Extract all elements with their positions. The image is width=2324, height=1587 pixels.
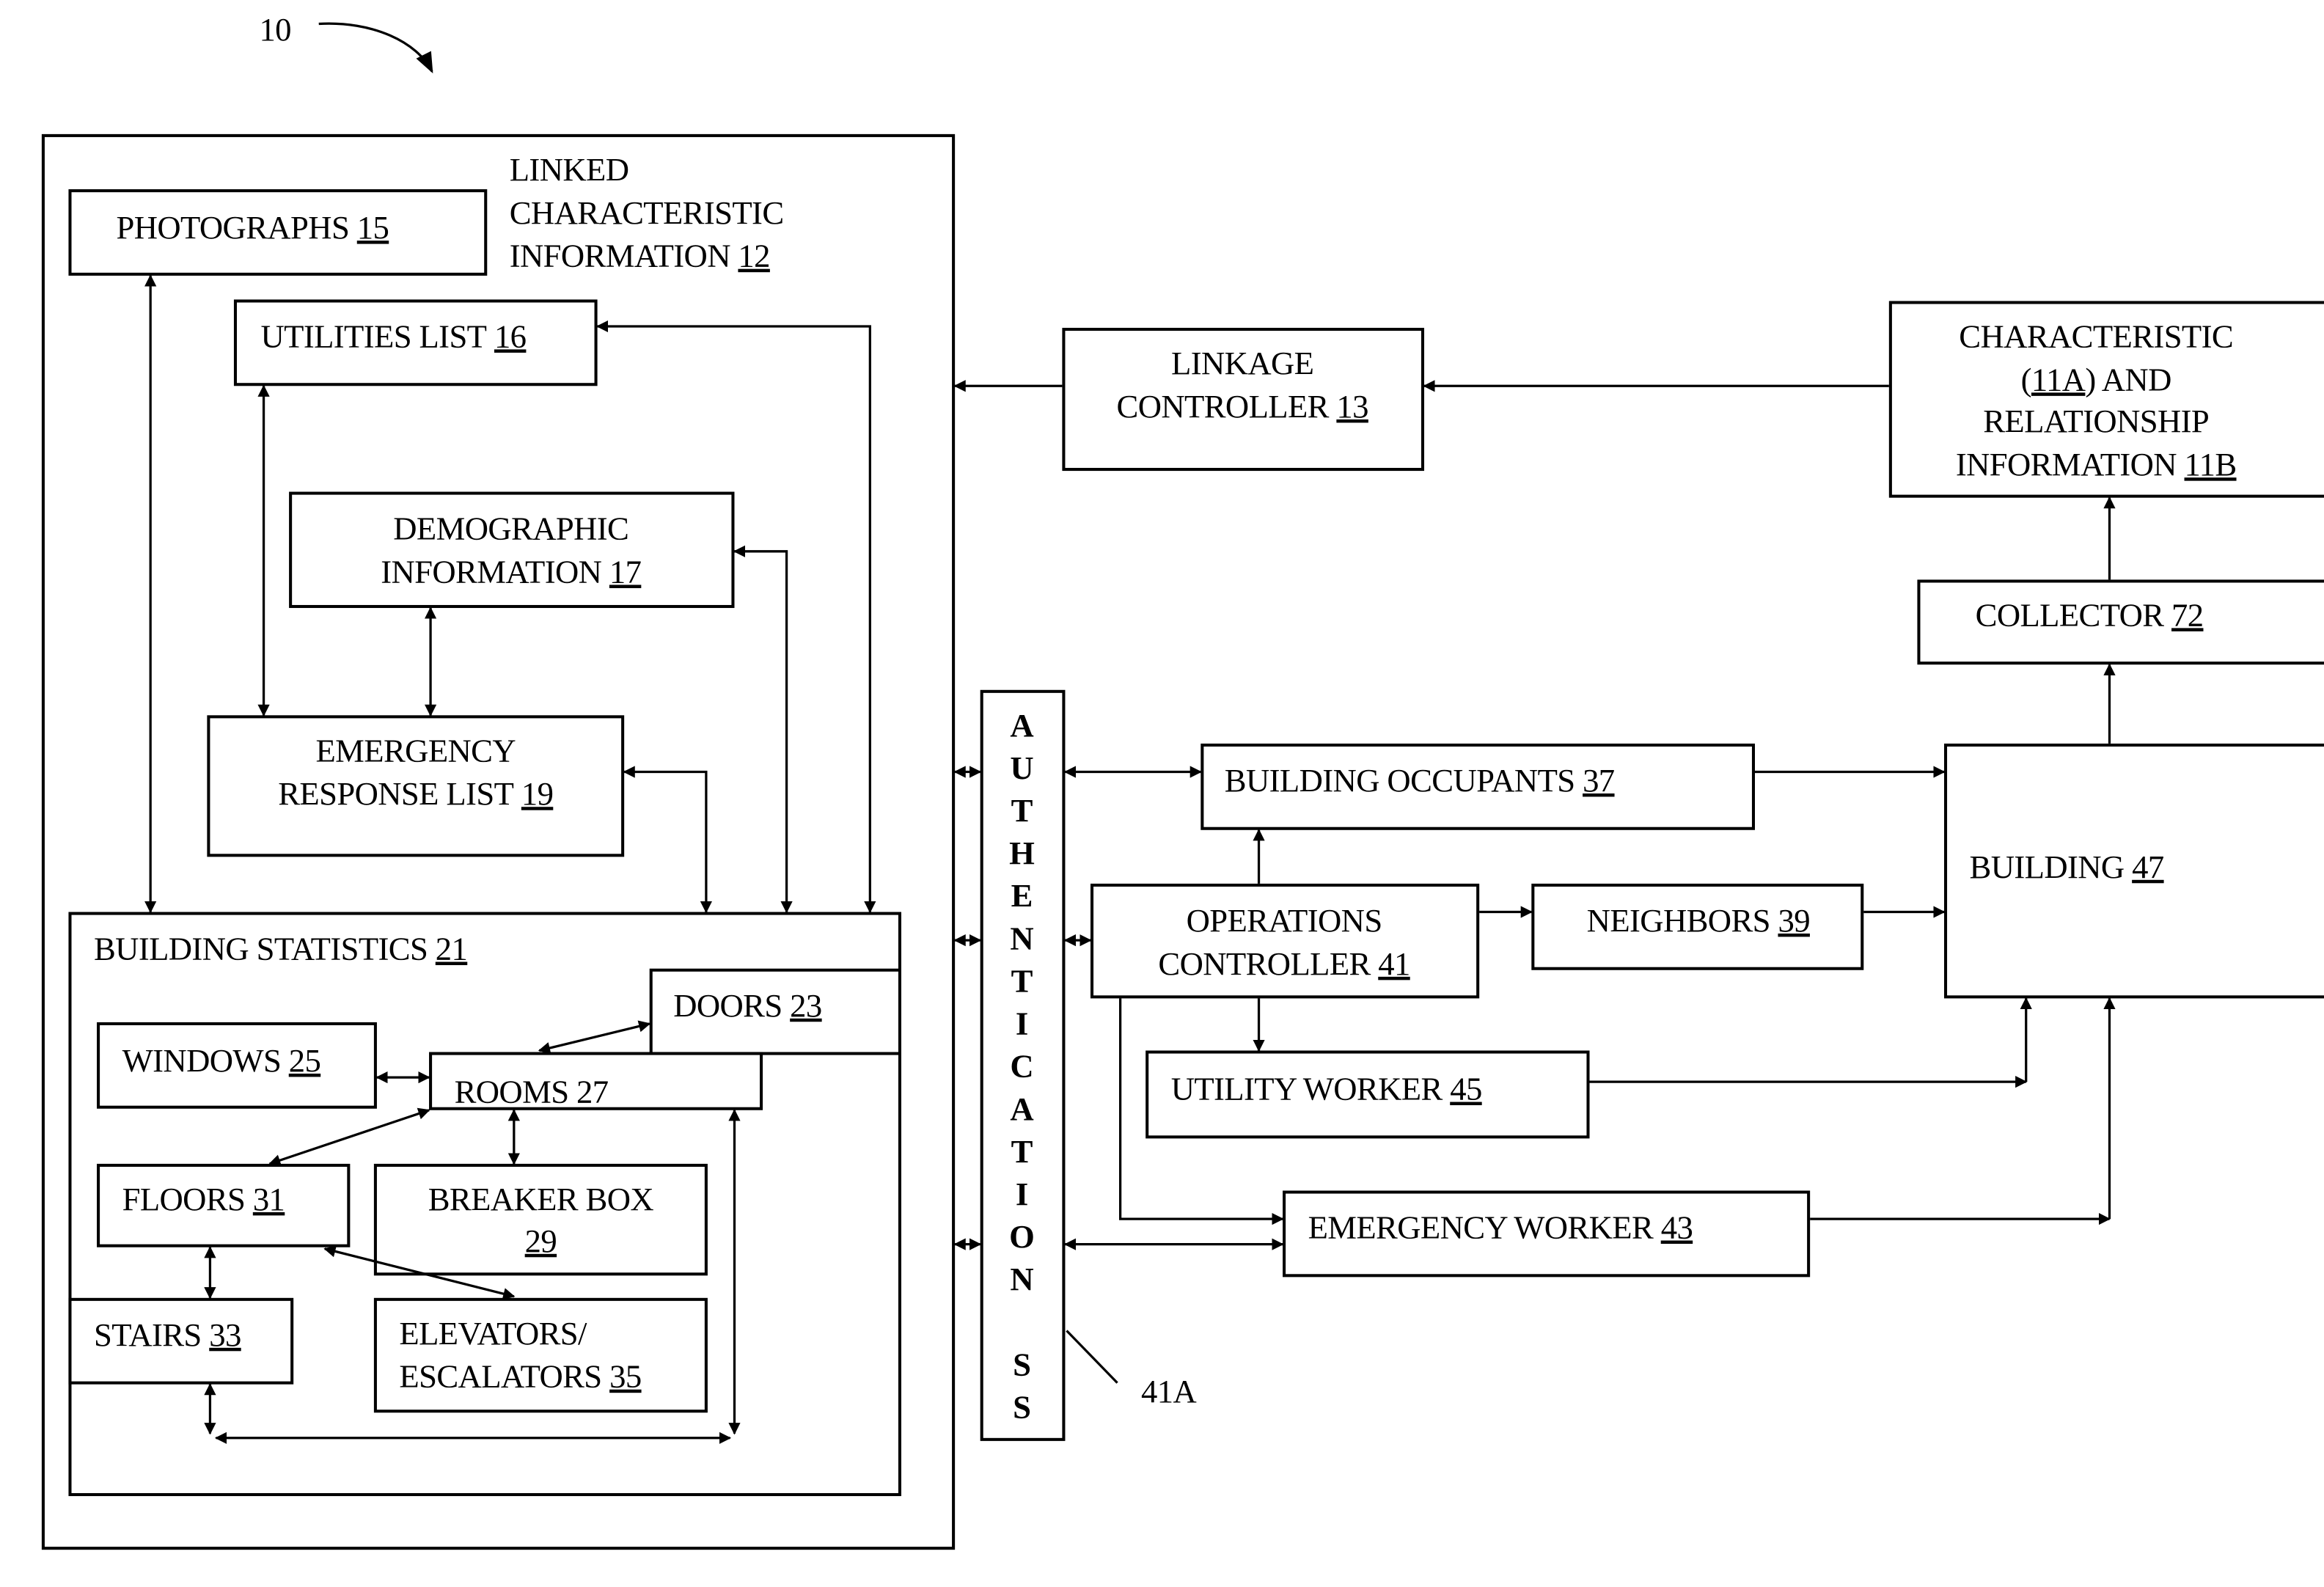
svg-text:INFORMATION 11B: INFORMATION 11B (1956, 446, 2237, 483)
svg-text:ROOMS 27: ROOMS 27 (455, 1074, 609, 1110)
svg-text:41A: 41A (1141, 1373, 1196, 1410)
emergency-response-list-block[interactable]: EMERGENCY RESPONSE LIST 19 (207, 715, 625, 857)
authentication-letter: S (1013, 1346, 1031, 1382)
authentication-letter: T (1011, 962, 1033, 999)
svg-text:LINKED: LINKED (510, 151, 629, 188)
svg-text:29: 29 (525, 1223, 557, 1259)
svg-text:WINDOWS 25: WINDOWS 25 (122, 1042, 321, 1079)
characteristic-relationship-info-block[interactable]: CHARACTERISTIC (11A) AND RELATIONSHIP IN… (1888, 301, 2324, 498)
authentication-letter: T (1011, 1133, 1033, 1170)
figure-ref-label: 10 (259, 11, 290, 48)
svg-text:INFORMATION 12: INFORMATION 12 (510, 238, 770, 274)
figure-reference: 10 (259, 11, 433, 74)
authentication-letter: U (1010, 749, 1033, 786)
svg-text:CHARACTERISTIC: CHARACTERISTIC (1959, 318, 2233, 354)
svg-text:UTILITY WORKER 45: UTILITY WORKER 45 (1171, 1071, 1482, 1107)
svg-text:EMERGENCY: EMERGENCY (315, 732, 516, 769)
doors-block[interactable]: DOORS 23 (649, 968, 902, 1055)
authentication-letter: E (1011, 877, 1033, 914)
building-block[interactable]: BUILDING 47 (1943, 743, 2324, 999)
svg-text:DOORS 23: DOORS 23 (673, 987, 821, 1024)
windows-block[interactable]: WINDOWS 25 (97, 1022, 377, 1109)
linkage-controller-block[interactable]: LINKAGE CONTROLLER 13 (1062, 328, 1425, 472)
svg-text:(11A) AND: (11A) AND (2021, 361, 2171, 397)
collector-block[interactable]: COLLECTOR 72 (1917, 579, 2324, 665)
svg-text:CONTROLLER 13: CONTROLLER 13 (1117, 388, 1368, 425)
svg-text:LINKAGE: LINKAGE (1171, 345, 1313, 381)
neighbors-block[interactable]: NEIGHBORS 39 (1531, 883, 1864, 970)
svg-text:UTILITIES LIST 16: UTILITIES LIST 16 (260, 318, 526, 354)
system-block-diagram: 10 LINKED CHARACTERISTIC INFORMATION 12 … (41, 11, 2324, 1550)
svg-text:ELEVATORS/: ELEVATORS/ (399, 1315, 587, 1352)
authentication-letter: I (1016, 1005, 1028, 1042)
svg-text:OPERATIONS: OPERATIONS (1187, 902, 1382, 939)
authentication-letter: T (1011, 792, 1033, 829)
authentication-letter: C (1010, 1048, 1033, 1085)
svg-text:ESCALATORS 35: ESCALATORS 35 (399, 1358, 641, 1395)
svg-text:CHARACTERISTIC: CHARACTERISTIC (510, 194, 784, 231)
authentication-letter: O (1009, 1218, 1035, 1255)
svg-text:BUILDING OCCUPANTS 37: BUILDING OCCUPANTS 37 (1225, 762, 1615, 799)
building-occupants-block[interactable]: BUILDING OCCUPANTS 37 (1201, 743, 1756, 830)
svg-text:BREAKER BOX: BREAKER BOX (428, 1181, 654, 1217)
svg-text:EMERGENCY WORKER 43: EMERGENCY WORKER 43 (1308, 1209, 1693, 1246)
svg-text:BUILDING STATISTICS 21: BUILDING STATISTICS 21 (94, 931, 467, 967)
figure-ref-arrow (318, 22, 433, 74)
svg-text:RESPONSE LIST 19: RESPONSE LIST 19 (278, 775, 553, 812)
utility-worker-block[interactable]: UTILITY WORKER 45 (1145, 1050, 1590, 1139)
svg-text:DEMOGRAPHIC: DEMOGRAPHIC (393, 510, 628, 547)
authentication-letter: A (1010, 707, 1033, 744)
svg-text:CONTROLLER 41: CONTROLLER 41 (1158, 945, 1410, 982)
svg-text:FLOORS 31: FLOORS 31 (122, 1181, 285, 1217)
svg-text:PHOTOGRAPHS 15: PHOTOGRAPHS 15 (116, 209, 389, 246)
emergency-worker-block[interactable]: EMERGENCY WORKER 43 (1283, 1190, 1811, 1278)
authentication-letter: A (1010, 1091, 1033, 1127)
photographs-block[interactable]: PHOTOGRAPHS 15 (68, 189, 488, 276)
floors-block[interactable]: FLOORS 31 (97, 1163, 351, 1247)
operations-controller-block[interactable]: OPERATIONS CONTROLLER 41 (1090, 883, 1480, 999)
demographic-information-block[interactable]: DEMOGRAPHIC INFORMATION 17 (289, 491, 735, 609)
svg-text:STAIRS 33: STAIRS 33 (94, 1316, 241, 1353)
rooms-block[interactable]: ROOMS 27 (429, 1052, 763, 1110)
svg-text:BUILDING 47: BUILDING 47 (1970, 849, 2164, 885)
svg-text:NEIGHBORS 39: NEIGHBORS 39 (1587, 902, 1810, 939)
breaker-box-block[interactable]: BREAKER BOX 29 (373, 1163, 708, 1276)
authentication-letter: S (1013, 1389, 1031, 1426)
callout-41a: 41A (1066, 1330, 1197, 1410)
authentication-letter: I (1016, 1176, 1028, 1212)
svg-text:INFORMATION 17: INFORMATION 17 (381, 553, 641, 590)
svg-text:COLLECTOR 72: COLLECTOR 72 (1976, 596, 2204, 633)
authentication-letter: N (1010, 920, 1033, 956)
svg-text:RELATIONSHIP: RELATIONSHIP (1983, 403, 2209, 439)
stairs-block[interactable]: STAIRS 33 (68, 1297, 294, 1385)
authentication-subsystem-block[interactable]: AUTHENTICATIONSS (980, 689, 1066, 1441)
elevators-escalators-block[interactable]: ELEVATORS/ ESCALATORS 35 (373, 1297, 708, 1413)
utilities-list-block[interactable]: UTILITIES LIST 16 (233, 299, 598, 386)
authentication-letter: N (1010, 1261, 1033, 1297)
authentication-letter: H (1009, 835, 1035, 871)
